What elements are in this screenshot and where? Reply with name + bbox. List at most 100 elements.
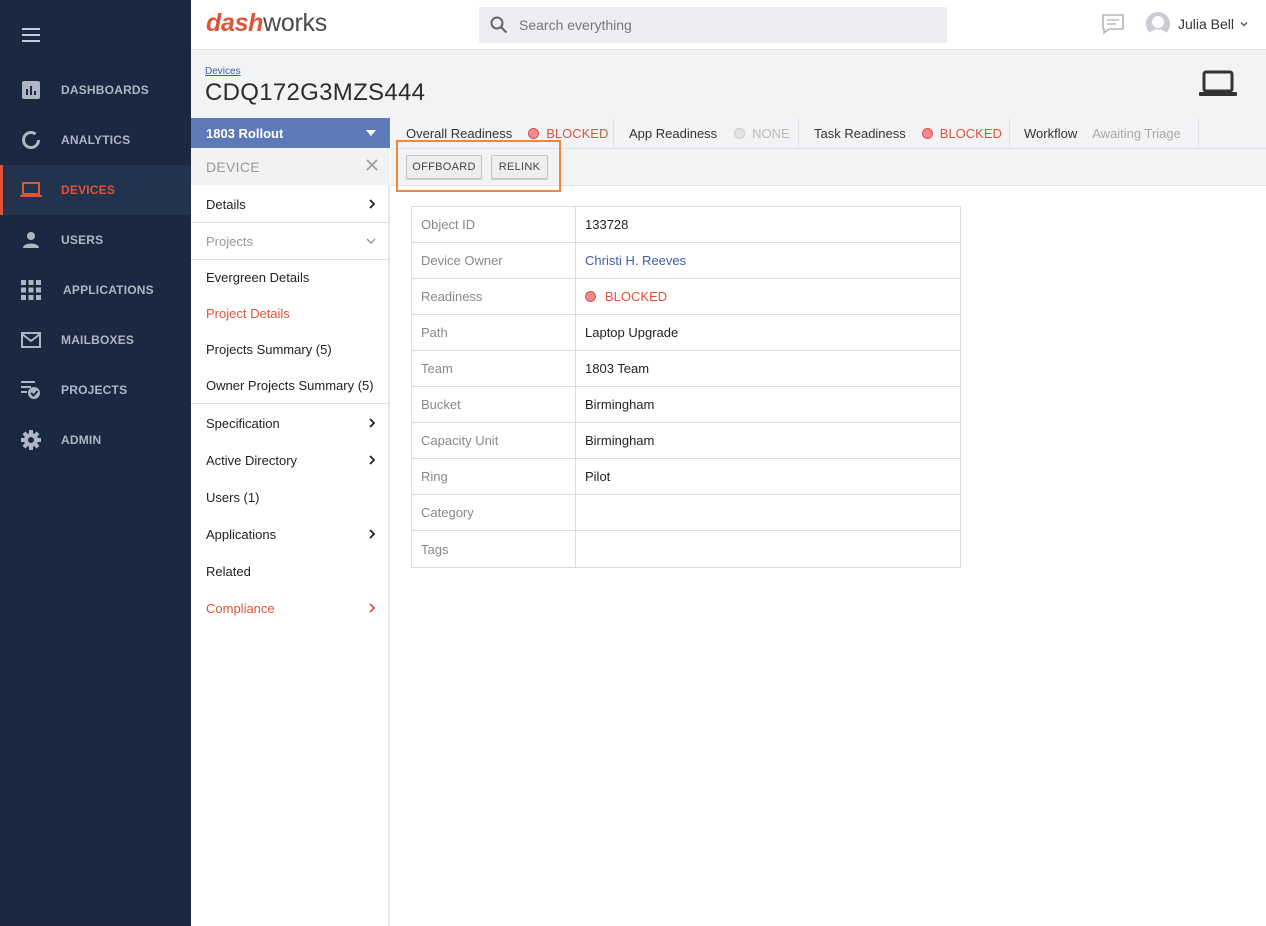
menu-item-projects-summary[interactable]: Projects Summary (5) [191,331,390,367]
dashworks-logo[interactable]: dashworks [206,9,327,38]
menu-item-label: Project Details [206,305,290,321]
menu-item-compliance[interactable]: Compliance [191,590,390,626]
logo-part-dash: dash [206,9,264,37]
search-input[interactable] [519,17,919,33]
menu-item-evergreen-details[interactable]: Evergreen Details [191,259,390,295]
menu-item-label: Details [206,196,246,212]
table-row: Device Owner Christi H. Reeves [412,242,960,279]
hamburger-menu-icon[interactable] [22,28,40,42]
menu-item-owner-projects-summary[interactable]: Owner Projects Summary (5) [191,367,390,403]
device-section-header: DEVICE [191,148,390,185]
menu-item-details[interactable]: Details [191,186,390,222]
caret-down-icon [366,130,376,136]
detail-value: 133728 [585,217,629,232]
project-selector[interactable]: 1803 Rollout [191,118,390,148]
chevron-right-icon [369,455,376,465]
menu-item-users[interactable]: Users (1) [191,479,390,515]
device-section-label: DEVICE [206,158,260,175]
detail-key: Readiness [412,278,576,315]
device-owner-link[interactable]: Christi H. Reeves [576,253,686,268]
table-row: Bucket Birmingham [412,386,960,423]
breadcrumb-devices[interactable]: Devices [205,66,241,77]
nav-item-label: PROJECTS [61,383,128,397]
nav-item-label: APPLICATIONS [63,283,154,297]
detail-key: Path [412,314,576,351]
nav-item-label: USERS [61,233,104,247]
nav-item-analytics[interactable]: ANALYTICS [0,115,191,165]
nav-item-projects[interactable]: PROJECTS [0,365,191,415]
app-readiness: App Readiness NONE [614,118,799,149]
detail-key: Ring [412,458,576,495]
detail-key: Tags [412,531,576,567]
nav-item-devices[interactable]: DEVICES [0,165,191,215]
table-row: Capacity Unit Birmingham [412,422,960,459]
project-check-icon [20,379,42,401]
search-icon [490,16,508,34]
menu-item-label: Applications [206,526,277,542]
laptop-icon [20,179,42,201]
menu-item-projects[interactable]: Projects [191,223,390,259]
nav-item-dashboards[interactable]: DASHBOARDS [0,65,191,115]
menu-item-related[interactable]: Related [191,553,390,589]
close-icon[interactable] [366,159,378,171]
menu-item-label: Projects [206,233,253,249]
menu-item-specification[interactable]: Specification [191,405,390,441]
user-name: Julia Bell [1178,16,1235,32]
menu-item-label: Evergreen Details [206,269,310,285]
table-row: Object ID 133728 [412,206,960,243]
top-bar: dashworks Julia Bell [191,0,1266,50]
menu-item-label: Specification [206,415,280,431]
divider [191,403,390,404]
status-dot-blocked [921,128,933,139]
chevron-down-icon [1240,22,1248,27]
menu-item-label: Active Directory [206,452,298,468]
overall-readiness-value: BLOCKED [546,126,609,141]
nav-item-label: DEVICES [61,183,116,197]
chevron-right-icon [369,199,376,209]
detail-value: 1803 Team [585,361,650,376]
chat-icon[interactable] [1101,13,1125,35]
page-title: CDQ172G3MZS444 [205,79,426,106]
nav-item-mailboxes[interactable]: MAILBOXES [0,315,191,365]
menu-item-project-details[interactable]: Project Details [191,295,390,331]
menu-item-applications[interactable]: Applications [191,516,390,552]
table-row: Ring Pilot [412,458,960,495]
menu-item-label: Owner Projects Summary (5) [206,377,374,393]
main-nav: DASHBOARDS ANALYTICS DEVICES USERS APPLI… [0,0,191,926]
relink-button[interactable]: RELINK [491,155,548,179]
menu-item-active-directory[interactable]: Active Directory [191,442,390,478]
task-readiness-label: Task Readiness [814,126,906,141]
offboard-button[interactable]: OFFBOARD [406,155,482,179]
detail-key: Capacity Unit [412,422,576,459]
detail-key: Bucket [412,386,576,423]
task-readiness: Task Readiness BLOCKED [799,118,1010,149]
logo-part-works: works [263,9,327,37]
device-side-panel: 1803 Rollout DEVICE Details Projects Eve… [191,118,390,926]
nav-item-admin[interactable]: ADMIN [0,415,191,465]
nav-item-label: ANALYTICS [61,133,131,147]
nav-item-applications[interactable]: APPLICATIONS [0,265,191,315]
nav-item-users[interactable]: USERS [0,215,191,265]
chevron-right-icon [369,529,376,539]
status-dot-blocked [585,291,596,302]
app-readiness-value: NONE [752,126,790,141]
envelope-icon [20,329,42,351]
user-menu[interactable]: Julia Bell [1146,12,1248,36]
nav-item-label: MAILBOXES [61,333,135,347]
nav-item-label: DASHBOARDS [61,83,150,97]
app-readiness-label: App Readiness [629,126,718,141]
bar-chart-icon [20,79,42,101]
detail-value: Pilot [585,469,611,484]
global-search[interactable] [479,7,947,43]
page-header: Devices CDQ172G3MZS444 [191,50,1266,118]
user-icon [20,229,42,251]
chevron-down-icon [366,238,376,244]
table-row: Path Laptop Upgrade [412,314,960,351]
table-row: Readiness BLOCKED [412,278,960,315]
grid-icon [20,279,42,301]
workflow-label: Workflow [1024,126,1078,141]
device-detail-table: Object ID 133728 Device Owner Christi H.… [411,206,961,568]
action-bar: OFFBOARD RELINK [391,149,1266,186]
menu-item-label: Users (1) [206,489,260,505]
avatar [1146,12,1170,36]
